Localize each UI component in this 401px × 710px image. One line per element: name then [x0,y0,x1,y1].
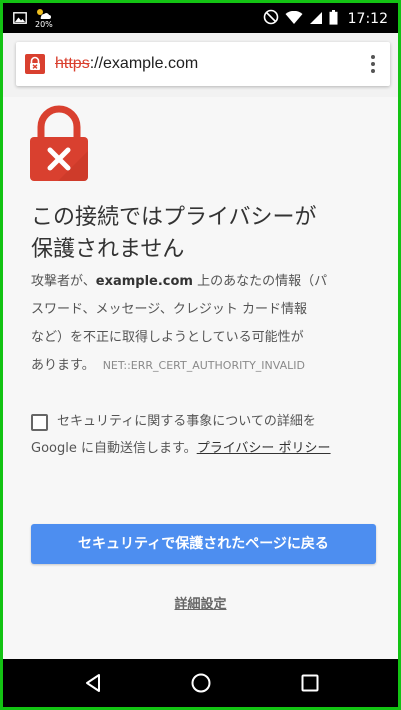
weather-temp: 20% [35,20,53,29]
checkbox-label-prefix: Google に自動送信します。 [31,441,197,456]
device-frame: 20% 17:12 https://example.com この接続ではプライバ… [0,0,401,710]
page-title-line2: 保護されません [31,237,185,262]
explanation-line1: 攻撃者が、example.com 上のあなたの情報（パ [31,268,371,296]
checkbox-label-line1[interactable]: セキュリティに関する事象についての詳細を [57,408,316,435]
explanation-text: 攻撃者が、example.com 上のあなたの情報（パ スワード、メッセージ、ク… [31,268,371,380]
more-vert-icon[interactable] [370,54,376,74]
status-right: 17:12 [263,9,388,29]
explanation-line4: あります。 NET::ERR_CERT_AUTHORITY_INVALID [31,352,371,380]
home-icon[interactable] [190,672,212,694]
nav-bar [3,659,398,707]
clock: 17:12 [347,11,388,27]
status-bar: 20% 17:12 [3,3,398,33]
status-left: 20% [13,7,53,29]
checkbox-label-line2: Google に自動送信します。プライバシー ポリシー [31,435,331,462]
weather-icon: 20% [35,7,53,29]
battery-icon [329,9,338,29]
signal-icon [309,10,323,29]
url-text[interactable]: https://example.com [55,55,198,73]
page-title-line1: この接続ではプライバシーが [31,205,317,230]
error-code[interactable]: NET::ERR_CERT_AUTHORITY_INVALID [103,359,305,372]
wifi-icon [285,10,303,29]
image-icon [13,9,27,28]
interstitial-page: この接続ではプライバシーが 保護されません 攻撃者が、example.com 上… [3,97,398,659]
privacy-policy-link[interactable]: プライバシー ポリシー [197,441,331,456]
recents-icon[interactable] [299,672,321,694]
explanation-line2: スワード、メッセージ、クレジット カード情報 [31,302,307,317]
explanation-suffix: 上のあなたの情報（パ [192,274,328,289]
dnd-icon [263,9,279,29]
report-checkbox[interactable] [31,414,48,431]
security-lock-icon [28,105,90,189]
url-host: ://example.com [89,55,199,72]
broken-lock-icon[interactable] [25,54,45,74]
back-icon[interactable] [82,672,104,694]
toolbar: https://example.com [3,33,398,97]
explanation-end: あります。 [31,358,95,373]
omnibox[interactable]: https://example.com [16,42,390,86]
explanation-line3: など）を不正に取得しようとしている可能性が [31,330,304,345]
explanation-prefix: 攻撃者が、 [31,274,96,289]
url-scheme: https [55,55,90,72]
advanced-details-link[interactable]: 詳細設定 [3,593,398,612]
site-domain: example.com [95,274,193,289]
page-title: この接続ではプライバシーが 保護されません [31,202,371,266]
back-to-safety-button[interactable]: セキュリティで保護されたページに戻る [31,524,376,564]
